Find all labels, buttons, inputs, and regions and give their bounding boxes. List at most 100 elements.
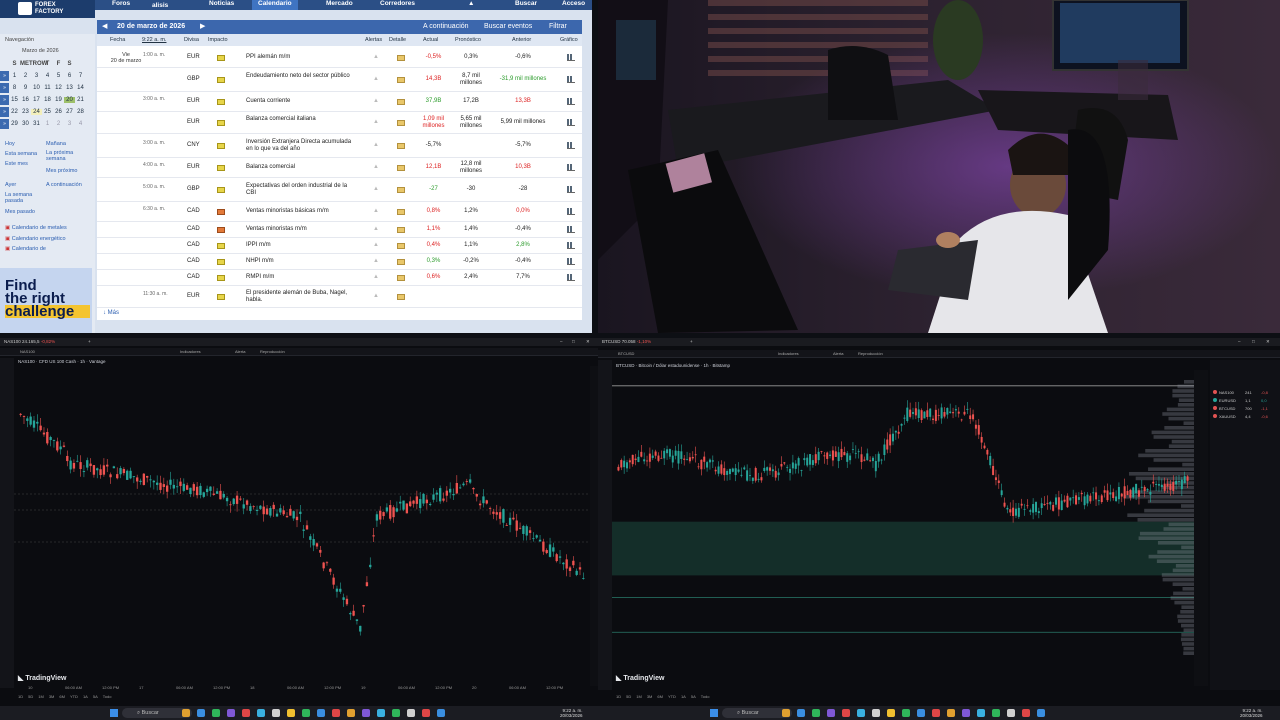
taskbar-app-icon[interactable] <box>947 709 955 717</box>
impact-icon[interactable] <box>217 55 225 61</box>
ff-logo[interactable]: FOREX FACTORY <box>0 0 95 18</box>
sidebar-link[interactable]: La semana pasada <box>5 192 50 204</box>
btcusd-candles[interactable] <box>612 370 1194 686</box>
alert-bell-icon[interactable]: ▲ <box>373 119 379 126</box>
indicators-button[interactable]: Indicadores <box>778 350 799 358</box>
event-title[interactable]: Inversión Extranjera Directa acumulada e… <box>246 139 358 153</box>
taskbar-app-icon[interactable] <box>977 709 985 717</box>
range-button[interactable]: 5D <box>626 694 631 699</box>
sidebar-link[interactable]: Esta semana <box>5 151 50 157</box>
impact-icon[interactable] <box>217 120 225 126</box>
impact-icon[interactable] <box>217 187 225 193</box>
chart-icon[interactable] <box>567 98 575 105</box>
calendar-day[interactable]: 2 <box>20 73 31 79</box>
chart-icon[interactable] <box>567 242 575 249</box>
calendar-day[interactable]: 17 <box>31 97 42 103</box>
detail-folder-icon[interactable] <box>397 55 405 61</box>
alert-bell-icon[interactable]: ▲ <box>373 208 379 215</box>
taskbar-app-icon[interactable] <box>272 709 280 717</box>
taskbar-app-icon[interactable] <box>212 709 220 717</box>
range-button[interactable]: YTD <box>70 694 78 699</box>
calendar-day[interactable]: 10 <box>31 85 42 91</box>
calendar-day[interactable]: 22 <box>9 109 20 115</box>
calendar-link[interactable]: ▣ Calendario energético <box>5 236 66 242</box>
alert-bell-icon[interactable]: ▲ <box>373 226 379 233</box>
calendar-day[interactable]: 4 <box>42 73 53 79</box>
detail-folder-icon[interactable] <box>397 165 405 171</box>
calendar-day[interactable]: 29 <box>9 121 20 127</box>
range-button[interactable]: 5D <box>28 694 33 699</box>
detail-folder-icon[interactable] <box>397 227 405 233</box>
calendar-link[interactable]: ▣ Calendario de metales <box>5 225 67 231</box>
calendar-day[interactable]: 5 <box>53 73 64 79</box>
taskbar-app-icon[interactable] <box>287 709 295 717</box>
taskbar-app-icon[interactable] <box>422 709 430 717</box>
range-button[interactable]: 5A <box>691 694 696 699</box>
close-icon[interactable]: ✕ <box>586 338 590 346</box>
detail-folder-icon[interactable] <box>397 187 405 193</box>
taskbar-app-icon[interactable] <box>1007 709 1015 717</box>
nav-analisis[interactable]: alisis <box>152 2 168 12</box>
event-title[interactable]: RMPI m/m <box>246 274 358 281</box>
calendar-day[interactable]: 31 <box>31 121 42 127</box>
impact-icon[interactable] <box>217 209 225 215</box>
event-title[interactable]: Balanza comercial italiana <box>246 116 358 123</box>
taskbar-app-icon[interactable] <box>242 709 250 717</box>
calendar-row[interactable]: EUR Balanza comercial italiana ▲ 1,09 mil m… <box>97 112 582 134</box>
calendar-row[interactable]: GBP Endeudamiento neto del sector público… <box>97 68 582 92</box>
chart-icon[interactable] <box>567 164 575 171</box>
calendar-day[interactable]: 23 <box>20 109 31 115</box>
sidebar-link[interactable]: Este mes <box>5 161 50 167</box>
nav-foros[interactable]: Foros <box>112 0 130 10</box>
event-title[interactable]: IPPI m/m <box>246 242 358 249</box>
range-button[interactable]: 3M <box>49 694 55 699</box>
sidebar-link[interactable]: A continuación <box>46 182 91 188</box>
chart-icon[interactable] <box>567 186 575 193</box>
windows-start-icon[interactable] <box>710 709 718 717</box>
taskbar-app-icon[interactable] <box>872 709 880 717</box>
sidebar-link[interactable]: Mañana <box>46 141 91 147</box>
detail-folder-icon[interactable] <box>397 209 405 215</box>
close-icon[interactable]: ✕ <box>1266 338 1270 346</box>
new-tab-icon[interactable]: + <box>88 338 91 346</box>
impact-icon[interactable] <box>217 275 225 281</box>
indicators-button[interactable]: Indicadores <box>180 348 201 356</box>
detail-folder-icon[interactable] <box>397 259 405 265</box>
minimize-icon[interactable]: – <box>560 338 563 346</box>
impact-icon[interactable] <box>217 227 225 233</box>
impact-icon[interactable] <box>217 99 225 105</box>
calendar-day[interactable]: 15 <box>9 97 20 103</box>
week-select-icon[interactable]: » <box>0 95 9 105</box>
calendar-row[interactable]: 5:00 a. m. GBP Expectativas del orden indu… <box>97 178 582 202</box>
calendar-row[interactable]: 4:00 a. m. EUR Balanza comercial ▲ 12,1B 12,8… <box>97 158 582 178</box>
range-button[interactable]: 1A <box>681 694 686 699</box>
alert-button[interactable]: Alerta <box>235 348 245 356</box>
sidebar-link[interactable]: Hoy <box>5 141 50 147</box>
calendar-row[interactable]: 3:00 a. m. CNY Inversión Extranjera Direct… <box>97 134 582 158</box>
calendar-day[interactable]: 24 <box>31 109 42 115</box>
calendar-day[interactable]: 7 <box>75 73 86 79</box>
calendar-day[interactable]: 1 <box>42 121 53 127</box>
taskbar-app-icon[interactable] <box>992 709 1000 717</box>
alert-button[interactable]: Alerta <box>833 350 843 358</box>
up-next-button[interactable]: A continuación <box>423 20 469 34</box>
next-day-arrow-icon[interactable]: ▶ <box>200 20 205 34</box>
detail-folder-icon[interactable] <box>397 294 405 300</box>
sidebar-link[interactable]: La próxima semana <box>46 150 91 162</box>
detail-folder-icon[interactable] <box>397 99 405 105</box>
alert-bell-icon[interactable]: ▲ <box>373 76 379 83</box>
taskbar-app-icon[interactable] <box>887 709 895 717</box>
range-button[interactable]: 1A <box>83 694 88 699</box>
maximize-icon[interactable]: □ <box>1252 338 1255 346</box>
chart-icon[interactable] <box>567 208 575 215</box>
taskbar-app-icon[interactable] <box>1022 709 1030 717</box>
chart-icon[interactable] <box>567 226 575 233</box>
symbol-search[interactable]: NAS100 <box>20 348 35 356</box>
calendar-day[interactable]: 20 <box>64 97 75 103</box>
ad-text[interactable]: Find the right challenge <box>5 278 90 319</box>
week-select-icon[interactable]: » <box>0 107 9 117</box>
alert-bell-icon[interactable]: ▲ <box>373 98 379 105</box>
event-title[interactable]: El presidente alemán de Buba, Nagel, hab… <box>246 290 358 304</box>
week-select-icon[interactable]: » <box>0 119 9 129</box>
alert-bell-icon[interactable]: ▲ <box>373 164 379 171</box>
